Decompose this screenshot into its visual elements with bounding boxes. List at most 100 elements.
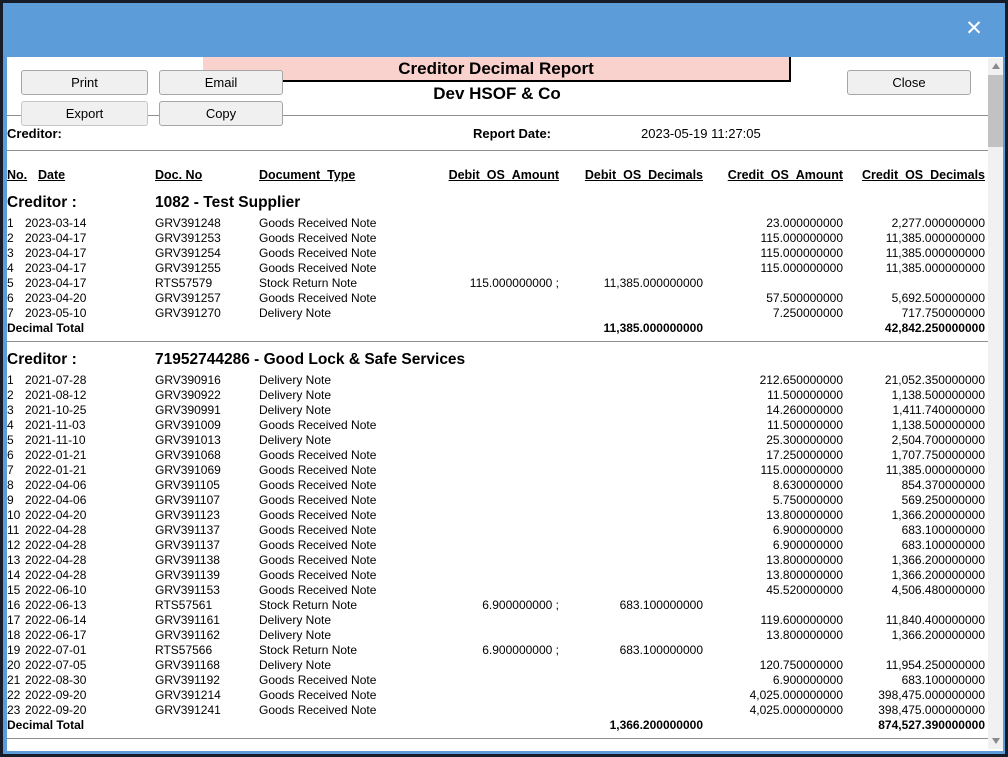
cell-debit-os-decimals <box>559 291 703 306</box>
cell-doc-no: GRV391139 <box>155 568 259 583</box>
scroll-down-button[interactable] <box>988 733 1003 749</box>
cell-debit-os-decimals <box>559 538 703 553</box>
cell-doc-no: GRV391137 <box>155 523 259 538</box>
cell-no: 15 <box>7 583 25 598</box>
cell-date: 2022-04-28 <box>25 553 155 568</box>
decimal-total-row: Decimal Total11,385.00000000042,842.2500… <box>7 321 985 336</box>
cell-date: 2023-04-17 <box>25 276 155 291</box>
table-row: 82022-04-06GRV391105Goods Received Note8… <box>7 478 985 493</box>
cell-no: 17 <box>7 613 25 628</box>
cell-doc-no: GRV390916 <box>155 373 259 388</box>
table-row: 92022-04-06GRV391107Goods Received Note5… <box>7 493 985 508</box>
cell-credit-os-amount: 115.000000000 <box>703 463 843 478</box>
vertical-scrollbar[interactable] <box>988 58 1003 749</box>
cell-date: 2023-04-17 <box>25 261 155 276</box>
section-divider <box>7 341 988 342</box>
decimal-total-credit-decimals: 874,527.390000000 <box>843 718 985 733</box>
table-row: 52023-04-17RTS57579Stock Return Note115.… <box>7 276 985 291</box>
cell-no: 14 <box>7 568 25 583</box>
cell-debit-os-decimals <box>559 613 703 628</box>
cell-credit-os-amount: 57.500000000 <box>703 291 843 306</box>
company-name: Dev HSOF & Co <box>203 84 791 104</box>
cell-credit-os-decimals: 5,692.500000000 <box>843 291 985 306</box>
cell-debit-os-decimals <box>559 508 703 523</box>
cell-debit-os-amount <box>429 508 559 523</box>
decimal-total-debit-decimals: 11,385.000000000 <box>559 321 703 336</box>
table-row: 212022-08-30GRV391192Goods Received Note… <box>7 673 985 688</box>
scroll-up-button[interactable] <box>988 58 1003 74</box>
copy-button[interactable]: Copy <box>159 101 283 126</box>
cell-debit-os-amount <box>429 321 559 336</box>
cell-credit-os-amount: 115.000000000 <box>703 246 843 261</box>
close-button[interactable]: Close <box>847 70 971 95</box>
cell-no: 5 <box>7 433 25 448</box>
dialog-content: Creditor Decimal Report Dev HSOF & Co Pr… <box>7 57 1003 751</box>
cell-credit-os-amount: 14.260000000 <box>703 403 843 418</box>
cell-credit-os-amount: 120.750000000 <box>703 658 843 673</box>
cell-no: 1 <box>7 373 25 388</box>
cell-credit-os-amount <box>703 718 843 733</box>
cell-doc-no: GRV391168 <box>155 658 259 673</box>
cell-credit-os-decimals: 717.750000000 <box>843 306 985 321</box>
column-header: No. <box>7 167 25 185</box>
cell-document-type: Delivery Note <box>259 388 429 403</box>
cell-date: 2021-07-28 <box>25 373 155 388</box>
cell-credit-os-amount: 6.900000000 <box>703 538 843 553</box>
decimal-total-credit-decimals: 42,842.250000000 <box>843 321 985 336</box>
cell-no: 6 <box>7 291 25 306</box>
table-row: 182022-06-17GRV391162Delivery Note13.800… <box>7 628 985 643</box>
cell-credit-os-decimals: 569.250000000 <box>843 493 985 508</box>
cell-no: 1 <box>7 216 25 231</box>
cell-document-type: Goods Received Note <box>259 246 429 261</box>
cell-debit-os-amount: 6.900000000 ; <box>429 598 559 613</box>
cell-document-type: Goods Received Note <box>259 231 429 246</box>
cell-date: 2022-04-06 <box>25 493 155 508</box>
cell-doc-no: GRV391161 <box>155 613 259 628</box>
cell-doc-no: GRV391105 <box>155 478 259 493</box>
cell-doc-no: GRV391153 <box>155 583 259 598</box>
table-row: 62023-04-20GRV391257Goods Received Note5… <box>7 291 985 306</box>
cell-debit-os-amount <box>429 388 559 403</box>
table-header-row: No.DateDoc. NoDocument_TypeDebit_OS_Amou… <box>7 167 985 185</box>
cell-credit-os-decimals: 683.100000000 <box>843 538 985 553</box>
cell-debit-os-amount <box>429 448 559 463</box>
cell-document-type <box>259 321 429 336</box>
cell-document-type: Goods Received Note <box>259 568 429 583</box>
cell-doc-no: GRV391253 <box>155 231 259 246</box>
table-row: 32021-10-25GRV390991Delivery Note14.2600… <box>7 403 985 418</box>
cell-credit-os-amount: 4,025.000000000 <box>703 688 843 703</box>
cell-doc-no: GRV391248 <box>155 216 259 231</box>
dialog-titlebar[interactable]: ✕ <box>3 3 1005 57</box>
cell-credit-os-decimals: 11,385.000000000 <box>843 246 985 261</box>
cell-no: 23 <box>7 703 25 718</box>
cell-credit-os-amount <box>703 276 843 291</box>
cell-document-type: Delivery Note <box>259 658 429 673</box>
cell-debit-os-decimals <box>559 478 703 493</box>
cell-credit-os-amount: 13.800000000 <box>703 508 843 523</box>
cell-doc-no: GRV391137 <box>155 538 259 553</box>
cell-debit-os-amount <box>429 231 559 246</box>
cell-debit-os-amount <box>429 291 559 306</box>
cell-credit-os-amount: 17.250000000 <box>703 448 843 463</box>
cell-credit-os-decimals: 11,385.000000000 <box>843 261 985 276</box>
cell-credit-os-amount: 13.800000000 <box>703 568 843 583</box>
print-button[interactable]: Print <box>21 70 148 95</box>
cell-debit-os-amount <box>429 246 559 261</box>
cell-no: 21 <box>7 673 25 688</box>
email-button[interactable]: Email <box>159 70 283 95</box>
scroll-thumb[interactable] <box>988 75 1003 147</box>
cell-document-type: Goods Received Note <box>259 478 429 493</box>
cell-date: 2023-04-17 <box>25 246 155 261</box>
export-button[interactable]: Export <box>21 101 148 126</box>
cell-document-type: Goods Received Note <box>259 493 429 508</box>
cell-credit-os-decimals: 1,138.500000000 <box>843 418 985 433</box>
cell-document-type: Goods Received Note <box>259 261 429 276</box>
close-icon[interactable]: ✕ <box>961 16 987 42</box>
cell-credit-os-decimals: 4,506.480000000 <box>843 583 985 598</box>
cell-document-type: Delivery Note <box>259 628 429 643</box>
cell-debit-os-amount <box>429 418 559 433</box>
section-creditor-label: Creditor : <box>7 351 77 369</box>
cell-date: 2022-09-20 <box>25 703 155 718</box>
cell-credit-os-amount: 11.500000000 <box>703 418 843 433</box>
cell-debit-os-decimals <box>559 628 703 643</box>
